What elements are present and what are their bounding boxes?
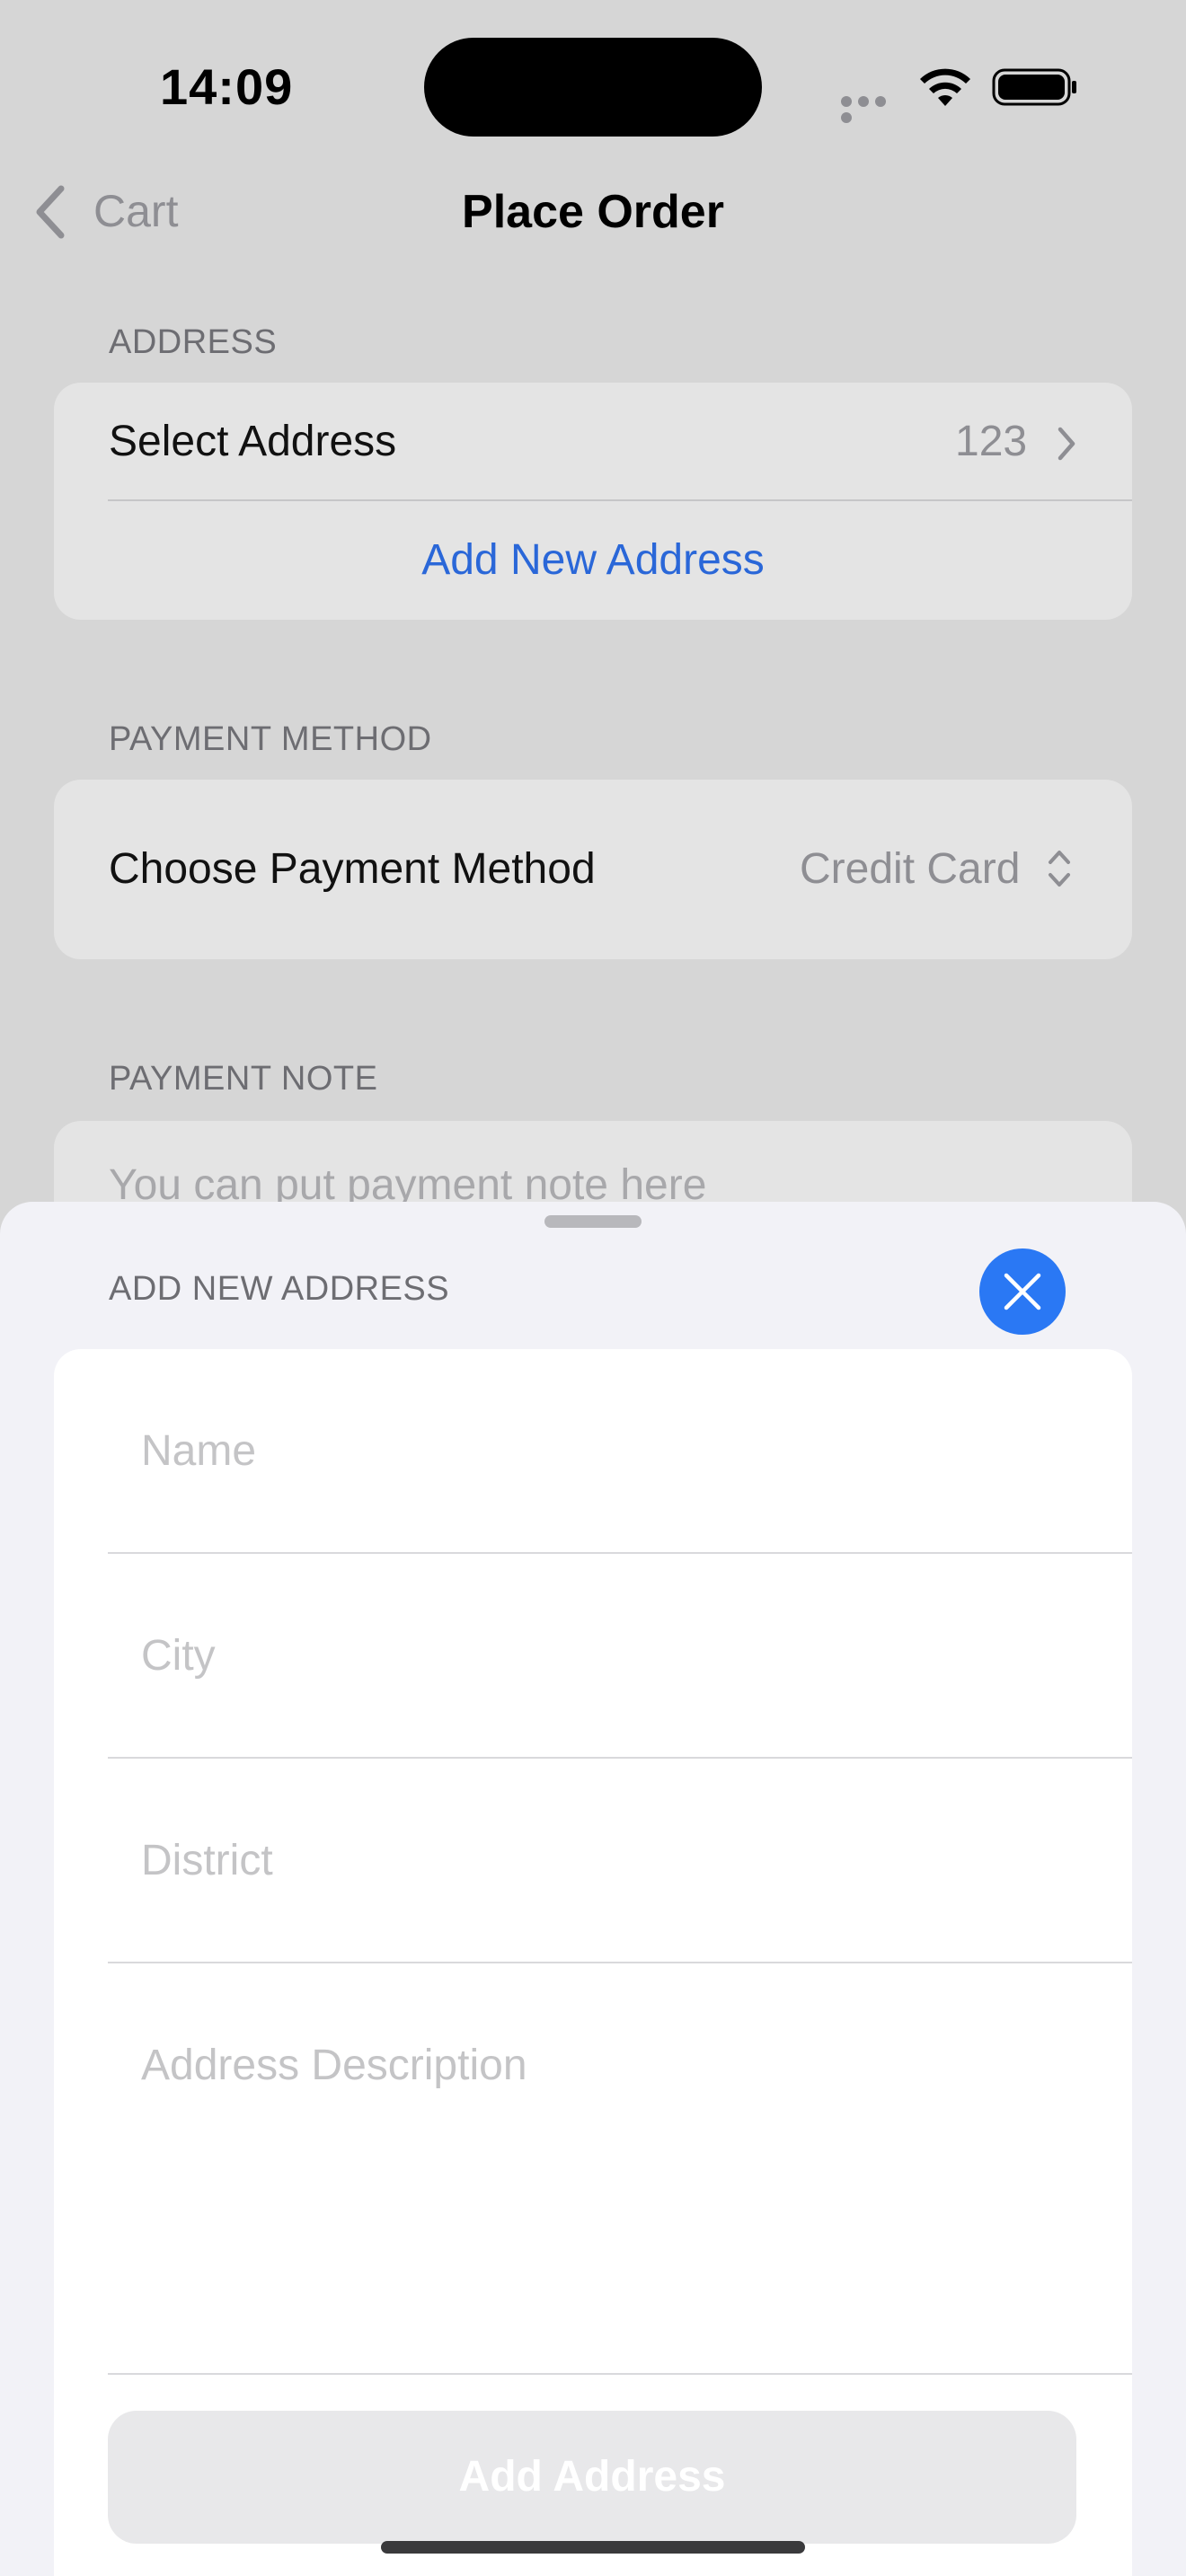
signal-dots-icon	[841, 95, 904, 123]
close-icon	[1004, 1273, 1041, 1310]
payment-method-picker[interactable]: Credit Card	[800, 844, 1020, 894]
add-new-address-link[interactable]: Add New Address	[54, 535, 1132, 585]
page-title: Place Order	[462, 186, 724, 238]
status-time: 14:09	[160, 58, 294, 115]
divider	[108, 499, 1132, 501]
divider	[108, 1552, 1132, 1554]
select-address-value[interactable]: 123	[955, 417, 1027, 466]
name-field[interactable]: Name	[141, 1426, 256, 1476]
select-address-label[interactable]: Select Address	[109, 417, 396, 466]
sheet-grabber[interactable]	[544, 1215, 642, 1228]
close-button[interactable]	[979, 1248, 1066, 1335]
wifi-icon	[920, 68, 970, 106]
divider	[108, 1757, 1132, 1759]
district-field[interactable]: District	[141, 1836, 273, 1885]
divider	[108, 2373, 1132, 2375]
address-section-header: ADDRESS	[109, 323, 278, 361]
payment-note-section-header: PAYMENT NOTE	[109, 1060, 378, 1098]
payment-method-label: Choose Payment Method	[109, 845, 596, 893]
add-address-button-label: Add Address	[458, 2453, 726, 2501]
address-description-field[interactable]: Address Description	[141, 2041, 527, 2090]
city-field[interactable]: City	[141, 1631, 216, 1681]
home-indicator[interactable]	[381, 2541, 805, 2554]
battery-icon	[992, 68, 1076, 106]
divider	[108, 1962, 1132, 1963]
chevron-up-down-icon[interactable]	[1046, 846, 1073, 891]
dynamic-island	[424, 38, 762, 137]
chevron-right-icon[interactable]	[1056, 426, 1077, 462]
payment-section-header: PAYMENT METHOD	[109, 720, 432, 758]
sheet-title: ADD NEW ADDRESS	[109, 1270, 450, 1308]
